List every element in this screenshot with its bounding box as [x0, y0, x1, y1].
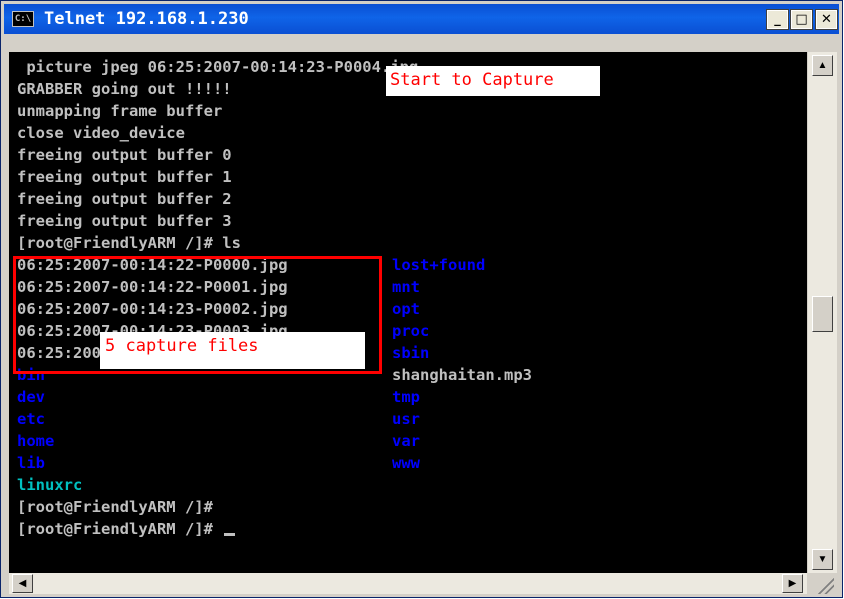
capture-files-callout: 5 capture files — [100, 332, 365, 369]
dir-entry: dev — [17, 388, 45, 406]
console-line: picture jpeg 06:25:2007-00:14:23-P0004.j… — [17, 58, 419, 76]
title-bar[interactable]: C:\ Telnet 192.168.1.230 _ □ ✕ — [4, 4, 839, 34]
scroll-down-button[interactable]: ▼ — [812, 549, 833, 570]
console-line: GRABBER going out !!!!! — [17, 80, 232, 98]
console-line: freeing output buffer 3 — [17, 212, 232, 230]
shell-prompt-active[interactable]: [root@FriendlyARM /]# — [17, 518, 236, 540]
shell-prompt: [root@FriendlyARM /]# — [17, 498, 213, 516]
console-line: unmapping frame buffer — [17, 102, 223, 120]
dir-entry: sbin — [392, 344, 430, 362]
dir-entry: www — [392, 454, 420, 472]
file-entry: shanghaitan.mp3 — [392, 366, 532, 384]
horizontal-scrollbar[interactable]: ◀ ▶ — [9, 573, 807, 594]
console-line: freeing output buffer 0 — [17, 146, 232, 164]
console-icon: C:\ — [12, 11, 34, 27]
resize-grip-icon[interactable] — [812, 575, 834, 594]
console-line: close video_device — [17, 124, 185, 142]
scroll-right-button[interactable]: ▶ — [782, 574, 803, 593]
text-cursor — [224, 533, 236, 536]
window-title: Telnet 192.168.1.230 — [44, 9, 249, 29]
dir-entry: lost+found — [392, 256, 486, 274]
prompt-text: [root@FriendlyARM /]# — [17, 520, 223, 538]
dir-entry: var — [392, 432, 420, 450]
exe-entry: linuxrc — [17, 476, 83, 494]
dir-entry: mnt — [392, 278, 420, 296]
start-capture-callout: Start to Capture — [386, 66, 600, 96]
vertical-scrollbar[interactable]: ▲ ▼ — [808, 52, 837, 573]
dir-entry: tmp — [392, 388, 420, 406]
minimize-button[interactable]: _ — [766, 9, 789, 30]
dir-entry: etc — [17, 410, 45, 428]
console-line: [root@FriendlyARM /]# ls — [17, 234, 241, 252]
telnet-window: C:\ Telnet 192.168.1.230 _ □ ✕ picture j… — [0, 0, 843, 598]
dir-entry: opt — [392, 300, 420, 318]
scroll-up-button[interactable]: ▲ — [812, 55, 833, 76]
scroll-left-button[interactable]: ◀ — [12, 574, 33, 593]
console-line: freeing output buffer 1 — [17, 168, 232, 186]
dir-entry: proc — [392, 322, 430, 340]
dir-entry: usr — [392, 410, 420, 428]
scroll-thumb[interactable] — [812, 296, 833, 332]
close-button[interactable]: ✕ — [815, 9, 838, 30]
dir-entry: home — [17, 432, 55, 450]
terminal-output[interactable]: picture jpeg 06:25:2007-00:14:23-P0004.j… — [9, 52, 807, 573]
maximize-button[interactable]: □ — [790, 9, 813, 30]
console-line: freeing output buffer 2 — [17, 190, 232, 208]
dir-entry: lib — [17, 454, 45, 472]
